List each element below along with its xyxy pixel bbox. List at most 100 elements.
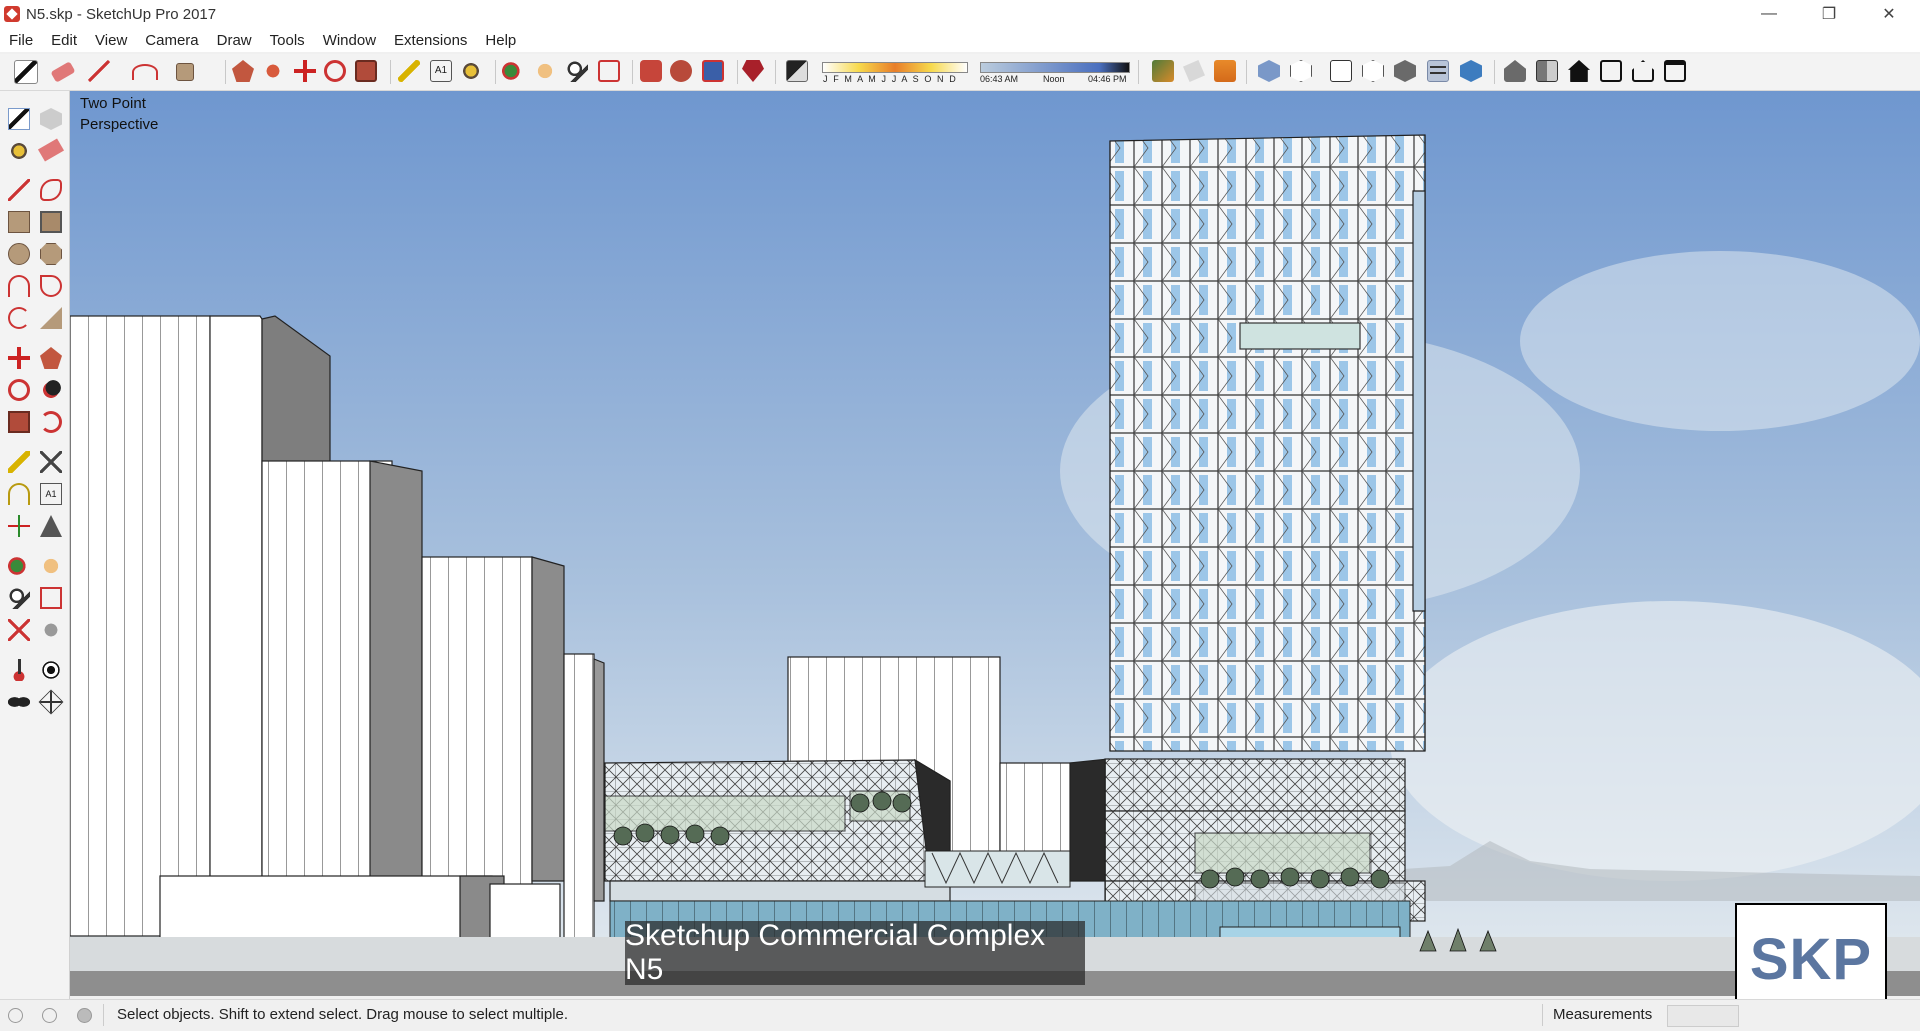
polygon-icon[interactable] <box>40 243 62 265</box>
restore-button[interactable]: ❐ <box>1800 0 1858 28</box>
eraser-icon[interactable] <box>37 138 65 162</box>
info-icon[interactable] <box>42 1008 57 1023</box>
status-bar: Select objects. Shift to extend select. … <box>0 999 1920 1031</box>
section-cuts-icon[interactable] <box>1214 60 1236 82</box>
rotate-icon[interactable] <box>8 379 30 401</box>
follow-me-icon[interactable] <box>262 60 284 82</box>
push-pull-icon[interactable] <box>40 347 62 369</box>
scale-icon[interactable] <box>8 411 30 433</box>
close-button[interactable]: ✕ <box>1860 0 1918 28</box>
menu-extensions[interactable]: Extensions <box>385 32 476 49</box>
model-viewport[interactable]: Two Point Perspective Sketchup Commercia… <box>70 91 1920 996</box>
previous-view-icon[interactable] <box>40 619 62 641</box>
pan-icon[interactable] <box>40 555 62 577</box>
scale-icon[interactable] <box>355 60 377 82</box>
warehouse-icon[interactable] <box>640 60 662 82</box>
freehand-icon[interactable] <box>40 179 62 201</box>
scene-render <box>70 91 1920 996</box>
ruby-icon[interactable] <box>742 60 764 82</box>
top-view-icon[interactable] <box>1504 60 1526 82</box>
tape-measure-icon[interactable] <box>398 60 420 82</box>
menu-window[interactable]: Window <box>314 32 385 49</box>
rectangle-icon[interactable] <box>8 211 30 233</box>
shadow-time-start: 06:43 AM <box>980 74 1019 84</box>
arc-icon[interactable] <box>8 275 30 297</box>
push-pull-icon[interactable] <box>232 60 254 82</box>
iso-view-icon[interactable] <box>1460 60 1482 82</box>
xray-icon[interactable] <box>1258 60 1280 82</box>
section-display-icon[interactable] <box>1183 60 1205 82</box>
hidden-line-icon[interactable] <box>1330 60 1352 82</box>
shadow-month-slider[interactable] <box>822 62 968 73</box>
zoom-extents-icon[interactable] <box>8 619 30 641</box>
menu-file[interactable]: File <box>0 32 42 49</box>
measurements-input[interactable] <box>1667 1005 1739 1027</box>
component-icon[interactable] <box>40 108 62 130</box>
scene-caption: Sketchup Commercial Complex N5 <box>625 919 1085 986</box>
pencil-icon[interactable] <box>88 60 110 82</box>
back-view-icon[interactable] <box>1600 60 1622 82</box>
walk-icon[interactable] <box>8 691 30 713</box>
shadow-time-end: 04:46 PM <box>1088 74 1127 84</box>
zoom-window-icon[interactable] <box>40 587 62 609</box>
paint-bucket-icon[interactable] <box>8 140 30 162</box>
minimize-button[interactable]: — <box>1740 0 1798 28</box>
axes-icon[interactable] <box>8 515 30 537</box>
zoom-extents-icon[interactable] <box>598 60 620 82</box>
section-plane-icon[interactable] <box>1152 60 1174 82</box>
text-icon[interactable]: A1 <box>40 483 62 505</box>
menu-view[interactable]: View <box>86 32 136 49</box>
left-view-icon[interactable] <box>1632 60 1654 82</box>
shadows-icon[interactable] <box>786 60 808 82</box>
move-icon[interactable] <box>8 347 30 369</box>
zoom-icon[interactable] <box>8 587 30 609</box>
tape-measure-icon[interactable] <box>8 451 30 473</box>
select-icon[interactable] <box>8 108 30 130</box>
circle-icon[interactable] <box>8 243 30 265</box>
layout-icon[interactable] <box>702 60 724 82</box>
menu-tools[interactable]: Tools <box>261 32 314 49</box>
pie-icon[interactable] <box>40 275 62 297</box>
move-icon[interactable] <box>294 60 316 82</box>
rotated-rectangle-icon[interactable] <box>40 211 62 233</box>
menu-help[interactable]: Help <box>476 32 525 49</box>
section-plane-icon[interactable] <box>38 689 64 715</box>
menu-edit[interactable]: Edit <box>42 32 86 49</box>
paint-bucket-icon[interactable] <box>460 60 482 82</box>
3d-text-icon[interactable] <box>40 515 62 537</box>
monochrome-icon[interactable] <box>1427 60 1449 82</box>
wireframe-icon[interactable] <box>1290 60 1312 82</box>
protractor-icon[interactable] <box>8 483 30 505</box>
rectangle-icon[interactable] <box>176 63 194 81</box>
offset-icon[interactable] <box>40 411 62 433</box>
orbit-icon[interactable] <box>502 60 524 82</box>
follow-me-icon[interactable] <box>40 379 62 401</box>
text-icon[interactable]: A1 <box>430 60 452 82</box>
menu-camera[interactable]: Camera <box>136 32 207 49</box>
select-icon[interactable] <box>14 60 38 84</box>
look-around-icon[interactable] <box>40 659 62 681</box>
eraser-icon[interactable] <box>50 61 76 83</box>
zoom-icon[interactable] <box>566 60 588 82</box>
extension-warehouse-icon[interactable] <box>670 60 692 82</box>
arc-icon[interactable] <box>132 64 158 80</box>
two-point-arc-icon[interactable] <box>8 307 30 329</box>
pan-icon[interactable] <box>534 60 556 82</box>
front-view-icon[interactable] <box>1536 60 1558 82</box>
three-point-arc-icon[interactable] <box>40 307 62 329</box>
shadow-time-slider[interactable] <box>980 62 1130 73</box>
title-bar: N5.skp - SketchUp Pro 2017 — ❐ ✕ <box>0 0 1920 28</box>
rotate-icon[interactable] <box>324 60 346 82</box>
geo-location-icon[interactable] <box>8 1008 23 1023</box>
user-account-icon[interactable] <box>77 1008 92 1023</box>
dimension-icon[interactable] <box>40 451 62 473</box>
bottom-view-icon[interactable] <box>1664 60 1686 82</box>
menu-draw[interactable]: Draw <box>208 32 261 49</box>
shaded-textures-icon[interactable] <box>1394 60 1416 82</box>
orbit-icon[interactable] <box>8 555 30 577</box>
right-podium <box>1069 758 1426 922</box>
right-view-icon[interactable] <box>1568 60 1590 82</box>
line-icon[interactable] <box>8 179 30 201</box>
position-camera-icon[interactable] <box>8 659 30 681</box>
shaded-icon[interactable] <box>1362 60 1384 82</box>
